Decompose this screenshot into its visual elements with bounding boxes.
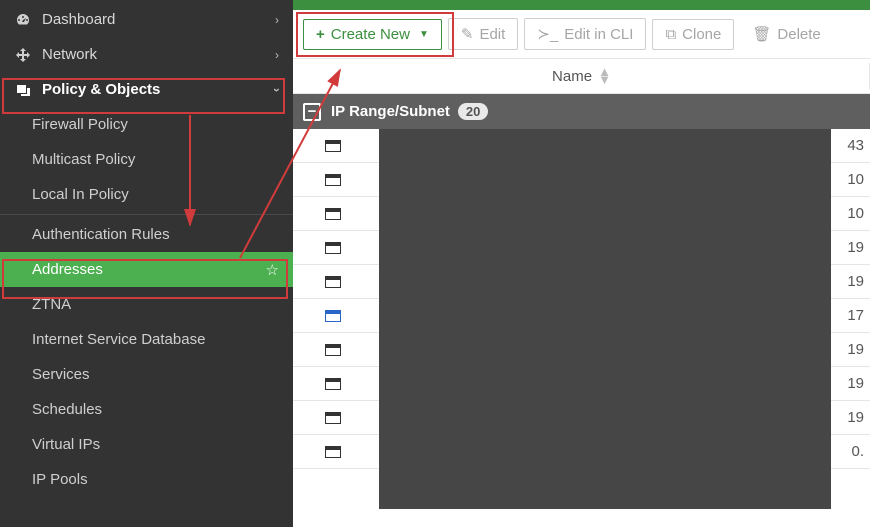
- divider: [0, 214, 293, 215]
- sidebar-sub-local-in-policy[interactable]: Local In Policy: [0, 177, 293, 212]
- top-green-bar: [293, 0, 870, 10]
- table-rows: 43 10 10 19 19 17 19 19 19 0.: [293, 129, 870, 469]
- chevron-down-icon: ›: [270, 88, 284, 92]
- column-label: Name: [552, 68, 592, 85]
- cell-value: 43: [830, 137, 870, 154]
- star-icon[interactable]: ☆: [266, 261, 279, 279]
- address-icon: [325, 412, 341, 424]
- address-icon: [325, 276, 341, 288]
- button-label: Create New: [331, 26, 410, 43]
- chevron-right-icon: ›: [275, 13, 279, 27]
- clone-button[interactable]: ⧉ Clone: [652, 19, 734, 50]
- sub-label: IP Pools: [32, 471, 88, 488]
- address-icon: [325, 378, 341, 390]
- address-icon: [325, 344, 341, 356]
- policy-icon: [14, 82, 32, 98]
- plus-icon: +: [316, 26, 325, 43]
- group-label: IP Range/Subnet: [331, 103, 450, 120]
- cell-value: 10: [830, 171, 870, 188]
- sub-label: Firewall Policy: [32, 116, 128, 133]
- cell-value: 19: [830, 239, 870, 256]
- edit-button[interactable]: ✎ Edit: [448, 18, 518, 50]
- cell-value: 19: [830, 341, 870, 358]
- address-icon: [325, 446, 341, 458]
- group-row-ip-range[interactable]: − IP Range/Subnet 20: [293, 94, 870, 129]
- sub-label: Virtual IPs: [32, 436, 100, 453]
- sub-label: Internet Service Database: [32, 331, 205, 348]
- sub-label: Services: [32, 366, 90, 383]
- create-new-button[interactable]: + Create New ▼: [303, 19, 442, 50]
- dropdown-caret-icon: ▼: [419, 29, 429, 40]
- cell-value: 10: [830, 205, 870, 222]
- main-content: + Create New ▼ ✎ Edit ≻_ Edit in CLI ⧉ C…: [293, 0, 870, 527]
- sub-label: ZTNA: [32, 296, 71, 313]
- address-icon: [325, 174, 341, 186]
- sidebar-item-dashboard[interactable]: Dashboard ›: [0, 2, 293, 37]
- address-icon: [325, 310, 341, 322]
- network-icon: [14, 47, 32, 63]
- chevron-right-icon: ›: [275, 48, 279, 62]
- sidebar-label: Policy & Objects: [42, 81, 275, 98]
- pencil-icon: ✎: [461, 25, 474, 43]
- sidebar-sub-services[interactable]: Services: [0, 357, 293, 392]
- delete-button[interactable]: 🗑 Delete: [740, 19, 820, 49]
- sub-label: Schedules: [32, 401, 102, 418]
- button-label: Edit in CLI: [564, 26, 633, 43]
- toolbar: + Create New ▼ ✎ Edit ≻_ Edit in CLI ⧉ C…: [293, 10, 870, 59]
- cell-value: 19: [830, 409, 870, 426]
- column-header-name[interactable]: Name ▲▼: [293, 59, 870, 94]
- collapse-icon[interactable]: −: [303, 103, 321, 121]
- cli-icon: ≻_: [537, 25, 558, 43]
- sub-label: Authentication Rules: [32, 226, 170, 243]
- redaction-overlay: [379, 129, 831, 509]
- sidebar-label: Network: [42, 46, 275, 63]
- sidebar-sub-schedules[interactable]: Schedules: [0, 392, 293, 427]
- sidebar-sub-internet-service-database[interactable]: Internet Service Database: [0, 322, 293, 357]
- sidebar-sub-ztna[interactable]: ZTNA: [0, 287, 293, 322]
- cell-value: 19: [830, 375, 870, 392]
- sidebar-sub-authentication-rules[interactable]: Authentication Rules: [0, 217, 293, 252]
- button-label: Edit: [479, 26, 505, 43]
- sidebar-item-network[interactable]: Network ›: [0, 37, 293, 72]
- cell-value: 19: [830, 273, 870, 290]
- sidebar-sub-virtual-ips[interactable]: Virtual IPs: [0, 427, 293, 462]
- button-label: Delete: [777, 26, 820, 43]
- sidebar: Dashboard › Network › Policy & Objects ›…: [0, 0, 293, 527]
- clone-icon: ⧉: [665, 26, 676, 43]
- address-icon: [325, 140, 341, 152]
- sort-icon: ▲▼: [598, 68, 611, 84]
- dashboard-icon: [14, 12, 32, 28]
- sidebar-item-policy-objects[interactable]: Policy & Objects ›: [0, 72, 293, 107]
- cell-value: 17: [830, 307, 870, 324]
- sub-label: Addresses: [32, 261, 103, 278]
- sub-label: Multicast Policy: [32, 151, 135, 168]
- edit-cli-button[interactable]: ≻_ Edit in CLI: [524, 18, 646, 50]
- cell-value: 0.: [830, 443, 870, 460]
- sidebar-sub-addresses[interactable]: Addresses ☆: [0, 252, 293, 287]
- sidebar-sub-firewall-policy[interactable]: Firewall Policy: [0, 107, 293, 142]
- sidebar-sub-multicast-policy[interactable]: Multicast Policy: [0, 142, 293, 177]
- sub-label: Local In Policy: [32, 186, 129, 203]
- sidebar-sub-ip-pools[interactable]: IP Pools: [0, 462, 293, 497]
- address-icon: [325, 208, 341, 220]
- trash-icon: 🗑: [752, 25, 771, 43]
- sidebar-label: Dashboard: [42, 11, 275, 28]
- address-icon: [325, 242, 341, 254]
- count-badge: 20: [458, 103, 488, 120]
- button-label: Clone: [682, 26, 721, 43]
